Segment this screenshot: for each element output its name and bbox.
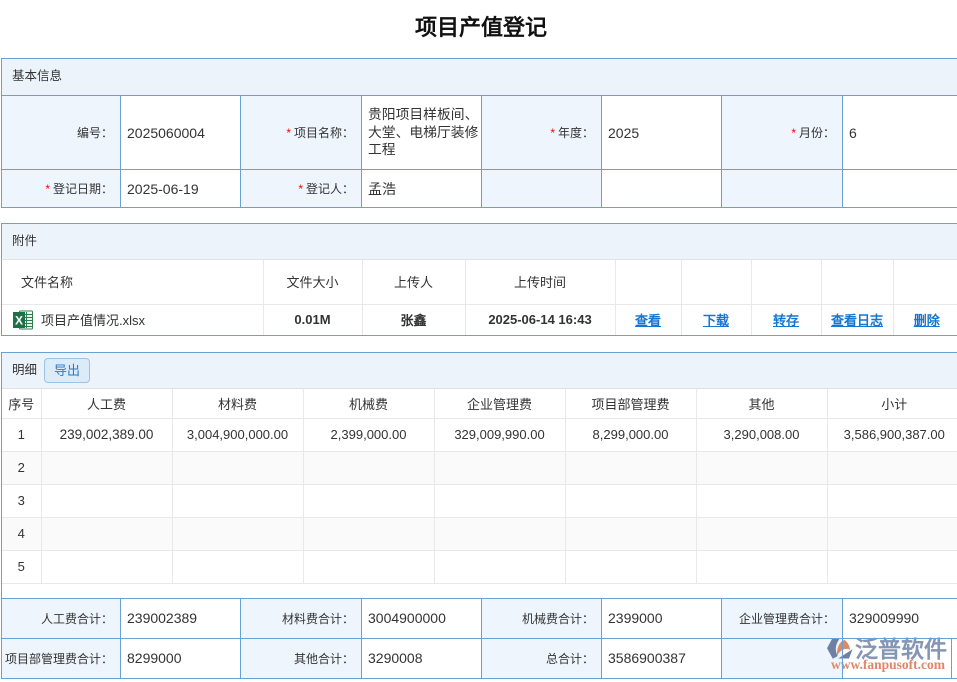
svg-text:X: X xyxy=(15,313,23,327)
